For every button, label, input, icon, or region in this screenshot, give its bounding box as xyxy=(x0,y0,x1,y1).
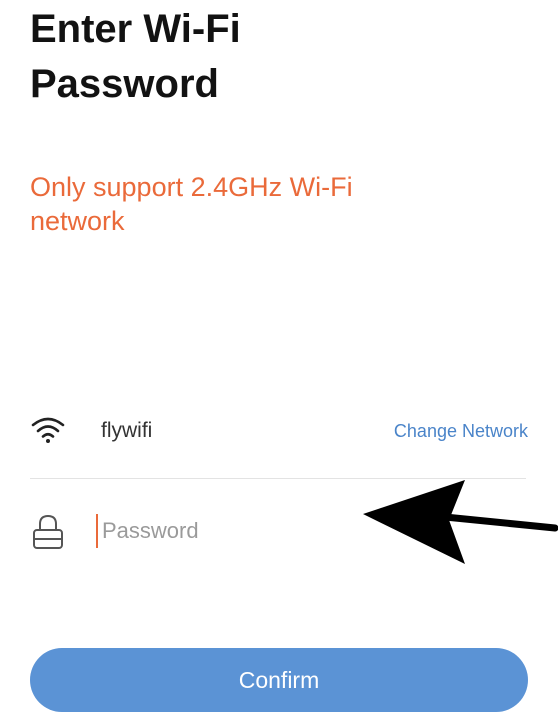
page-title-line-2: Password xyxy=(30,62,219,106)
page-title: Enter Wi-Fi Password xyxy=(30,2,530,112)
wifi-icon xyxy=(31,417,65,443)
password-row xyxy=(30,506,330,556)
password-input[interactable] xyxy=(96,514,326,548)
page-title-line-1: Enter Wi-Fi xyxy=(30,7,241,51)
network-ssid: flywifi xyxy=(101,419,153,442)
frequency-warning: Only support 2.4GHz Wi-Fi network xyxy=(30,170,490,238)
change-network-link[interactable]: Change Network xyxy=(394,420,528,442)
frequency-warning-line-2: network xyxy=(30,206,125,236)
arrow-left-icon xyxy=(363,480,558,564)
frequency-warning-line-1: Only support 2.4GHz Wi-Fi xyxy=(30,172,353,202)
lock-icon xyxy=(33,514,63,549)
confirm-button[interactable]: Confirm xyxy=(30,648,528,712)
network-row: flywifi Change Network xyxy=(30,408,528,454)
